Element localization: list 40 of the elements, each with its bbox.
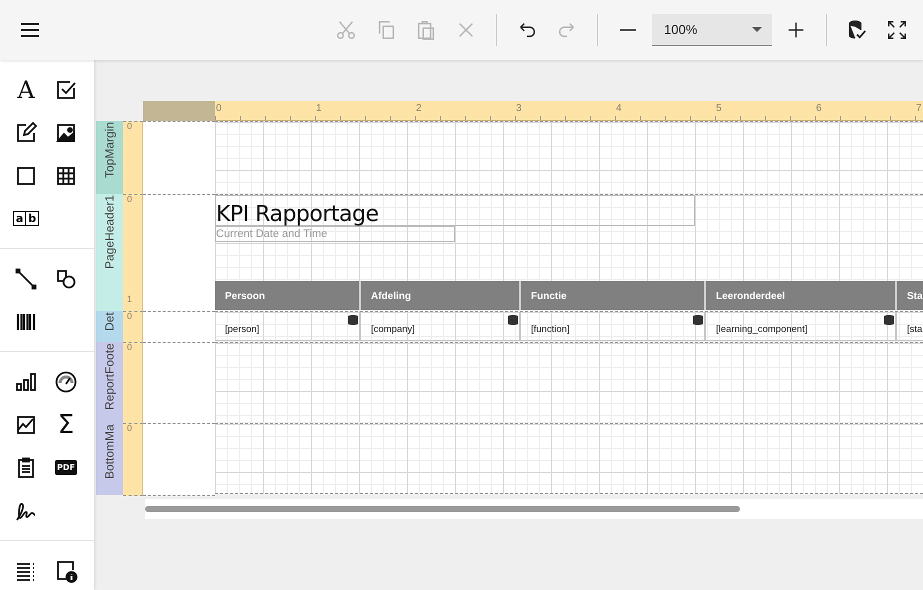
band-label[interactable]: Det bbox=[96, 311, 123, 342]
line-tool-icon[interactable] bbox=[14, 266, 38, 290]
ruler-mark: 0 bbox=[127, 423, 132, 433]
minus-icon bbox=[620, 29, 636, 31]
scissors-icon bbox=[335, 19, 357, 41]
band-label[interactable]: ReportFoote bbox=[96, 342, 123, 423]
ruler-mark: 1 bbox=[127, 294, 132, 304]
database-check-icon bbox=[846, 19, 868, 41]
band-label[interactable]: BottomMa bbox=[96, 423, 123, 495]
database-icon bbox=[508, 314, 518, 326]
ruler-corner bbox=[143, 101, 215, 121]
column-header: Persoon bbox=[215, 281, 361, 310]
band-label[interactable]: TopMargin bbox=[96, 121, 123, 194]
database-icon bbox=[884, 314, 894, 326]
sigma-tool-icon[interactable]: Σ bbox=[58, 412, 74, 436]
clipboard-icon bbox=[415, 19, 437, 41]
report-title: KPI Rapportage bbox=[215, 195, 695, 226]
band-label[interactable]: PageHeader1 bbox=[96, 194, 123, 311]
scrollbar-thumb[interactable] bbox=[145, 506, 740, 512]
expand-icon bbox=[886, 19, 908, 41]
text-tool-icon[interactable]: A bbox=[17, 78, 35, 102]
gauge-tool-icon[interactable] bbox=[54, 370, 78, 394]
caret-icon bbox=[752, 27, 762, 32]
ruler-mark: 0 bbox=[127, 342, 132, 352]
column-header: Functie bbox=[521, 281, 706, 310]
column-header: Sta bbox=[897, 281, 923, 310]
ruler-mark: 0 bbox=[127, 194, 132, 204]
column-header: Afdeling bbox=[361, 281, 521, 310]
database-icon bbox=[348, 314, 358, 326]
zoom-dropdown[interactable]: 100% bbox=[652, 14, 772, 46]
database-icon bbox=[693, 314, 703, 326]
date-time-field: Current Date and Time bbox=[215, 226, 455, 242]
edit-tool-icon[interactable] bbox=[14, 120, 38, 144]
horizontal-ruler: 0 1 2 3 4 5 6 7 bbox=[215, 101, 923, 121]
column-header: Leeronderdeel bbox=[706, 281, 897, 310]
pdf-tool-icon[interactable]: PDF bbox=[55, 460, 77, 475]
page-info-tool-icon[interactable] bbox=[54, 558, 78, 582]
ab-tool-icon[interactable]: a b bbox=[12, 211, 40, 226]
ruler-mark: 0 bbox=[127, 311, 132, 321]
ruler-mark: 0 bbox=[127, 121, 132, 131]
